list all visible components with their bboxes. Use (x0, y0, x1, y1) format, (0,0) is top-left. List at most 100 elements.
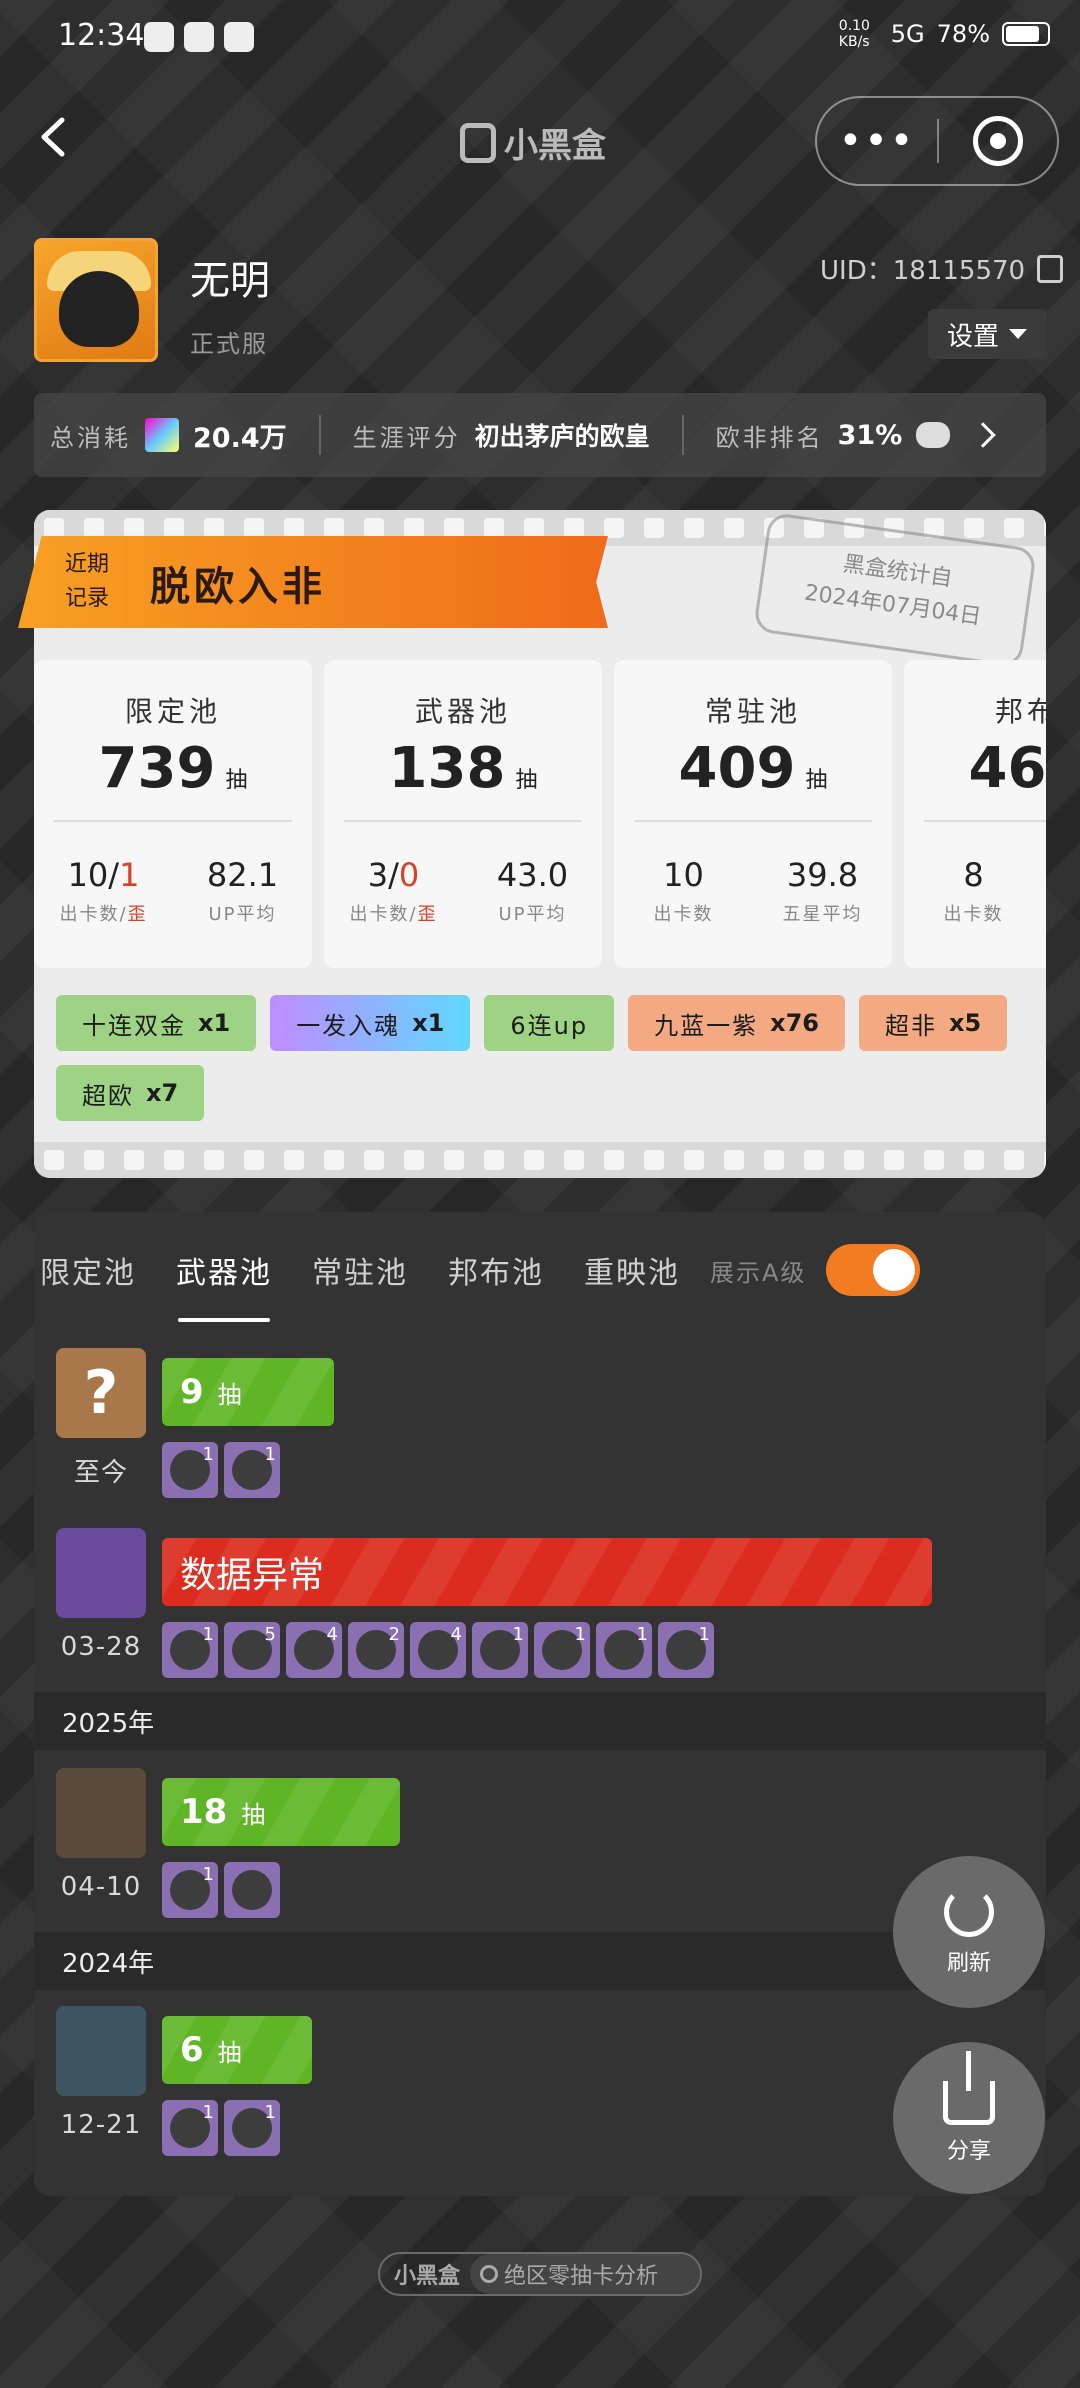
pool-card[interactable]: 武器池 138 抽 3/0 出卡数/歪 43.0 UP平均 (324, 660, 602, 968)
film-hole (1044, 518, 1046, 538)
footer-search-pill[interactable]: 小黑盒 绝区零抽卡分析 (378, 2252, 702, 2296)
pull-count-bar: 18 抽 (162, 1778, 400, 1846)
chevron-right-icon (970, 422, 997, 448)
film-hole (684, 1150, 704, 1170)
rank-value: 31% (837, 419, 903, 451)
close-mini-program-button[interactable] (939, 116, 1057, 166)
refresh-icon (944, 1887, 994, 1937)
film-hole (484, 1150, 504, 1170)
currency-icon (145, 418, 179, 452)
pool-count: 138 (388, 736, 506, 801)
app-brand: 小黑盒 (460, 118, 606, 167)
film-hole (524, 1150, 544, 1170)
status-indicators: 0.10 KB/s 5G 78% (839, 18, 1050, 50)
film-hole (724, 1150, 744, 1170)
pool-card[interactable]: 邦布池 460抽 8出卡数 (904, 660, 1046, 968)
film-hole (244, 1150, 264, 1170)
film-hole (404, 1150, 424, 1170)
rank-label: 欧非排名 (715, 423, 824, 452)
tab-rerun[interactable]: 重映池 (564, 1248, 700, 1292)
film-hole (124, 518, 144, 538)
film-hole (444, 518, 464, 538)
refresh-button[interactable]: 刷新 (893, 1856, 1045, 2008)
pull-count-bar: 6抽 (162, 2016, 312, 2084)
item-thumbnail (56, 1528, 146, 1618)
achievement-tag: 6连up (484, 995, 615, 1051)
film-hole (244, 518, 264, 538)
pool-name: 常驻池 (704, 695, 801, 728)
pull-history: 限定池 武器池 常驻池 邦布池 重映池 展示A级 ? 至今 9抽 1 1 03-… (34, 1212, 1046, 2196)
share-label: 分享 (946, 2139, 991, 2164)
pool-card[interactable]: 限定池 739 抽 10/1 出卡数/歪 82.1 UP平均 (34, 660, 312, 968)
pool-name: 邦布池 (994, 695, 1046, 728)
share-icon (943, 2051, 995, 2125)
back-button[interactable] (30, 112, 80, 162)
battery-percent: 78% (936, 20, 990, 48)
film-hole (44, 1150, 64, 1170)
film-hole (964, 518, 984, 538)
film-hole (364, 518, 384, 538)
entry-date: 12-21 (60, 2110, 142, 2140)
uid-label: UID： (820, 256, 893, 286)
brand-name: 小黑盒 (504, 126, 606, 166)
film-hole (44, 518, 64, 538)
ribbon-title: 脱欧入非 (150, 564, 326, 610)
footer-search[interactable]: 绝区零抽卡分析 (470, 2254, 700, 2294)
uid-value: 18115570 (892, 256, 1026, 286)
film-hole (284, 1150, 304, 1170)
achievement-tag: 九蓝一紫 x76 (628, 995, 845, 1051)
pool-count: 460 (968, 736, 1046, 801)
item-icon (224, 1862, 280, 1918)
film-hole (124, 1150, 144, 1170)
battery-icon (1002, 22, 1050, 46)
tab-weapon[interactable]: 武器池 (156, 1248, 292, 1322)
film-hole (644, 1150, 664, 1170)
film-hole (604, 518, 624, 538)
pool-count: 739 (98, 736, 216, 801)
brand-logo-icon (460, 122, 496, 163)
refresh-label: 刷新 (946, 1951, 991, 1976)
career-value: 初出茅庐的欧皇 (474, 422, 650, 451)
settings-dropdown[interactable]: 设置 (928, 309, 1046, 359)
username: 无明 (190, 258, 270, 304)
item-icon: 4 (410, 1622, 466, 1678)
share-button[interactable]: 分享 (893, 2042, 1045, 2194)
item-icon: 1 (162, 1862, 218, 1918)
item-icon: 2 (348, 1622, 404, 1678)
film-hole (284, 518, 304, 538)
summary-stats[interactable]: 总消耗 20.4万 生涯评分 初出茅庐的欧皇 欧非排名 31% (34, 393, 1046, 477)
achievement-tag: 超欧 x7 (56, 1065, 205, 1121)
search-icon (480, 2265, 499, 2283)
data-error-bar: 数据异常 (162, 1538, 932, 1606)
film-hole (484, 518, 504, 538)
film-hole (764, 1150, 784, 1170)
copy-icon[interactable] (1037, 254, 1064, 283)
spend-value: 20.4万 (193, 422, 287, 454)
show-a-rank-label: 展示A级 (710, 1258, 807, 1287)
achievement-tag: 超非 x5 (858, 995, 1008, 1051)
avatar (34, 238, 158, 362)
item-icons: 1 (162, 1862, 280, 1918)
more-menu-button[interactable]: ••• (817, 118, 937, 164)
pool-card[interactable]: 常驻池 409 抽 10 出卡数 39.8 五星平均 (614, 660, 892, 968)
item-icon: 1 (224, 2100, 280, 2156)
item-icon: 1 (596, 1622, 652, 1678)
status-time: 12:34 (58, 18, 145, 53)
tab-standard[interactable]: 常驻池 (292, 1248, 428, 1292)
spend-label: 总消耗 (50, 423, 131, 452)
pool-name: 武器池 (414, 695, 511, 728)
item-icon: 1 (534, 1622, 590, 1678)
tab-bangboo[interactable]: 邦布池 (428, 1248, 564, 1292)
target-icon (972, 116, 1023, 166)
item-icon: 1 (472, 1622, 528, 1678)
net-speed: 0.10 KB/s (838, 18, 870, 50)
mini-program-capsule: ••• (815, 96, 1059, 186)
film-hole (924, 1150, 944, 1170)
entry-date: 04-10 (60, 1872, 142, 1902)
show-a-rank-toggle[interactable] (826, 1244, 921, 1296)
tab-limited[interactable]: 限定池 (34, 1248, 156, 1292)
film-hole (444, 1150, 464, 1170)
server-label: 正式服 (190, 330, 268, 358)
status-bar: 12:34 0.10 KB/s 5G 78% (0, 0, 1080, 80)
film-hole (404, 518, 424, 538)
